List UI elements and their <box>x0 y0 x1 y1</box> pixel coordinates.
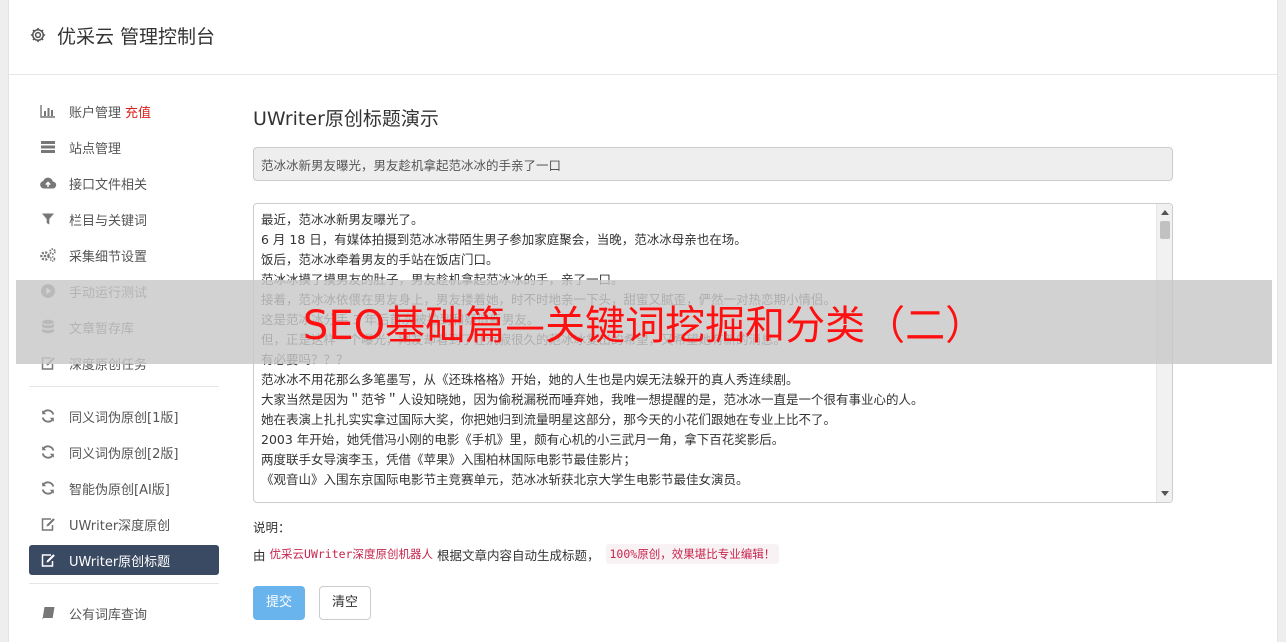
clear-button[interactable]: 清空 <box>319 586 372 620</box>
article-line: 她在表演上扎扎实实拿过国际大奖，你把她归到流量明星这部分，那今天的小花们跟她在专… <box>261 412 837 427</box>
sidebar-item-label: 接口文件相关 <box>69 177 148 193</box>
banner-text: SEO基础篇—关键词挖掘和分类（二） <box>302 303 986 349</box>
sidebar-item-采集细节设置[interactable]: 采集细节设置 <box>29 240 219 270</box>
sidebar-item-label: UWriter原创标题 <box>69 554 171 570</box>
bar-chart-icon <box>39 103 57 119</box>
article-line: 两度联手女导演李玉，凭借《苹果》入围柏林国际电影节最佳影片； <box>261 452 637 467</box>
sidebar-divider <box>29 583 219 584</box>
article-line: 范冰冰不用花那么多笔墨写，从《还珠格格》开始，她的人生也是内娱无法躲开的真人秀连… <box>261 372 799 387</box>
sidebar-item-label: 公有词库查询 <box>69 607 148 623</box>
cogs-icon <box>39 247 57 263</box>
recharge-link[interactable]: 充值 <box>125 102 151 121</box>
sidebar-item-label: 账户管理 <box>69 105 122 121</box>
article-line: 2003 年开始，她凭借冯小刚的电影《手机》里，颇有心机的小三武月一角，拿下百花… <box>261 432 785 447</box>
gear-icon <box>30 27 46 43</box>
app-title: 优采云 管理控制台 <box>57 26 216 48</box>
sidebar-divider <box>29 386 219 387</box>
note-highlight: 100%原创，效果堪比专业编辑！ <box>605 544 780 564</box>
note-middle: 根据文章内容自动生成标题， <box>436 547 600 563</box>
sidebar-item-栏目与关键词[interactable]: 栏目与关键词 <box>29 204 219 234</box>
sidebar-item-接口文件相关[interactable]: 接口文件相关 <box>29 168 219 198</box>
sidebar-item-uwriter深度原创[interactable]: UWriter深度原创 <box>29 509 219 539</box>
sidebar-item-label: 采集细节设置 <box>69 249 148 265</box>
sidebar-item-label: 智能伪原创[AI版] <box>69 482 170 498</box>
submit-button[interactable]: 提交 <box>253 586 306 620</box>
watermark-banner: SEO基础篇—关键词挖掘和分类（二） <box>16 280 1272 364</box>
sidebar-item-同义词伪原创1版[interactable]: 同义词伪原创[1版] <box>29 401 219 431</box>
edit-icon <box>39 552 57 568</box>
sidebar-item-label: 同义词伪原创[1版] <box>69 410 179 426</box>
book-icon <box>39 605 57 621</box>
article-line: 大家当然是因为＂范爷＂人设知晓她，因为偷税漏税而唾弃她，我唯一想提醒的是，范冰冰… <box>261 392 924 407</box>
sidebar-item-站点管理[interactable]: 站点管理 <box>29 132 219 162</box>
article-line: 6 月 18 日，有媒体拍摄到范冰冰带陌生男子参加家庭聚会，当晚，范冰冰母亲也在… <box>261 232 747 247</box>
note-prefix: 由 <box>253 547 266 563</box>
action-buttons: 提交 清空 <box>253 586 1173 620</box>
server-icon <box>39 139 57 155</box>
sidebar-item-同义词伪原创2版[interactable]: 同义词伪原创[2版] <box>29 437 219 467</box>
sidebar-item-label: 站点管理 <box>69 141 122 157</box>
filter-icon <box>39 211 57 227</box>
refresh-icon <box>39 480 57 496</box>
note-text: 由 优采云UWriter深度原创机器人 根据文章内容自动生成标题， 100%原创… <box>253 544 1173 564</box>
scroll-up-arrow-icon[interactable] <box>1161 210 1169 215</box>
page-title: UWriter原创标题演示 <box>253 108 439 130</box>
sidebar-item-账户管理[interactable]: 账户管理 充值 <box>29 96 219 126</box>
sidebar-item-label: 栏目与关键词 <box>69 213 148 229</box>
article-line: 《观音山》入围东京国际电影节主竞赛单元，范冰冰斩获北京大学生电影节最佳女演员。 <box>261 472 749 487</box>
sidebar-item-公有词库查询[interactable]: 公有词库查询 <box>29 598 219 628</box>
sidebar-item-uwriter原创标题[interactable]: UWriter原创标题 <box>29 545 219 575</box>
scroll-thumb[interactable] <box>1160 221 1170 239</box>
article-line: 饭后，范冰冰牵着男友的手站在饭店门口。 <box>261 252 499 267</box>
refresh-icon <box>39 408 57 424</box>
top-bar: 优采云 管理控制台 <box>9 0 1277 75</box>
sidebar-item-智能伪原创ai版[interactable]: 智能伪原创[AI版] <box>29 473 219 503</box>
note-product-name: 优采云UWriter深度原创机器人 <box>269 547 433 561</box>
scroll-down-arrow-icon[interactable] <box>1161 491 1169 496</box>
article-line: 最近，范冰冰新男友曝光了。 <box>261 212 424 227</box>
refresh-icon <box>39 444 57 460</box>
note-label: 说明： <box>253 520 291 535</box>
cloud-upload-icon <box>39 175 57 191</box>
sidebar-item-label: UWriter深度原创 <box>69 518 171 534</box>
sidebar-item-label: 同义词伪原创[2版] <box>69 446 179 462</box>
edit-icon <box>39 516 57 532</box>
generated-title-field[interactable] <box>253 147 1173 181</box>
sidebar: 账户管理充值站点管理接口文件相关栏目与关键词采集细节设置手动运行测试文章暂存库深… <box>29 96 219 634</box>
